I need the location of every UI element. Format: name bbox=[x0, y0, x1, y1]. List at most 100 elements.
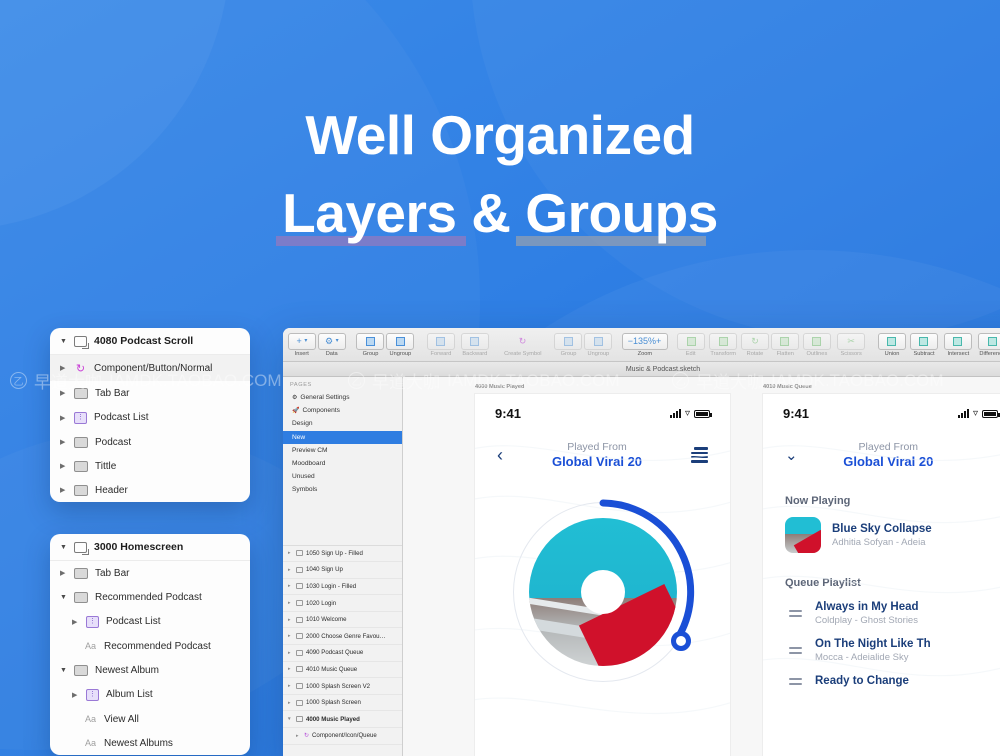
layer-row[interactable]: ▸ 1010 Welcome bbox=[283, 612, 402, 629]
triangle-down-icon[interactable]: ▼ bbox=[60, 544, 67, 551]
zoom-stepper[interactable]: − 135% + bbox=[621, 332, 668, 350]
hero-word-layers: Layers bbox=[282, 182, 457, 244]
triangle-down-icon[interactable]: ▼ bbox=[60, 594, 67, 601]
triangle-right-icon[interactable]: ▸ bbox=[288, 550, 293, 556]
document-title: Music & Podcast.sketch bbox=[625, 365, 701, 373]
layer-panel-podcast-scroll[interactable]: ▼ 4080 Podcast Scroll ▶ ↻ Component/Butt… bbox=[50, 328, 250, 502]
triangle-down-icon[interactable]: ▼ bbox=[60, 667, 67, 674]
triangle-right-icon[interactable]: ▶ bbox=[60, 414, 67, 422]
panel-row[interactable]: ▶ Tab Bar bbox=[50, 381, 250, 405]
panel-header[interactable]: ▼ 3000 Homescreen bbox=[50, 534, 250, 561]
sketch-window: + ▾ Insert ⚙ ▾ Data Group Ungroup Forwar… bbox=[283, 328, 1000, 756]
toolbar-forward-button[interactable]: Forward bbox=[424, 332, 458, 357]
page-item-unused[interactable]: Unused bbox=[283, 470, 402, 483]
layer-row[interactable]: ▸ ↻ Component/Icon/Queue bbox=[283, 728, 402, 745]
layer-row[interactable]: ▸ 2000 Choose Genre Favou… bbox=[283, 628, 402, 646]
toolbar-difference-button[interactable]: Difference bbox=[975, 332, 1000, 357]
artboard-music-queue[interactable]: 9:41 ▿ ⌄ Played From Global Viral 20 Now… bbox=[763, 394, 1000, 756]
triangle-right-icon[interactable]: ▸ bbox=[288, 600, 293, 606]
page-item-symbols[interactable]: Symbols bbox=[283, 483, 402, 496]
panel-row-label: Tittle bbox=[95, 460, 117, 472]
panel-row[interactable]: ▶ Tab Bar bbox=[50, 561, 250, 585]
panel-row[interactable]: ▶ ⋮ Podcast List bbox=[50, 609, 250, 634]
page-item-design[interactable]: Design bbox=[283, 417, 402, 430]
sketch-canvas[interactable]: 4000 Music Played 9:41 ▿ ‹ Played From G… bbox=[403, 377, 1000, 756]
panel-row[interactable]: ▼ Newest Album bbox=[50, 658, 250, 682]
toolbar-subtract-button[interactable]: Subtract bbox=[907, 332, 941, 357]
panel-row[interactable]: Aa Newest Albums bbox=[50, 731, 250, 755]
triangle-right-icon[interactable]: ▶ bbox=[60, 486, 67, 494]
layer-row[interactable]: ▸ 1000 Splash Screen V2 bbox=[283, 678, 402, 695]
panel-row-label: Podcast List bbox=[94, 412, 149, 423]
toolbar-group-button[interactable]: Group bbox=[355, 332, 385, 357]
toolbar-transform-button[interactable]: Transform bbox=[706, 332, 740, 357]
panel-header[interactable]: ▼ 4080 Podcast Scroll bbox=[50, 328, 250, 355]
layer-row[interactable]: ▸ 1040 Sign Up bbox=[283, 562, 402, 579]
zoom-value: 135% bbox=[633, 335, 657, 346]
panel-row[interactable]: ▶ Podcast bbox=[50, 430, 250, 454]
intersect-icon bbox=[943, 332, 972, 350]
toolbar-intersect-button[interactable]: Intersect bbox=[941, 332, 975, 357]
panel-row[interactable]: ▶ ↻ Component/Button/Normal bbox=[50, 355, 250, 381]
artboard-music-played[interactable]: 9:41 ▿ ‹ Played From Global Viral 20 bbox=[475, 394, 730, 756]
layer-row[interactable]: ▾ 4000 Music Played bbox=[283, 711, 402, 729]
layer-row[interactable]: ▸ 1050 Sign Up - Filled bbox=[283, 546, 402, 563]
triangle-right-icon[interactable]: ▸ bbox=[288, 583, 293, 589]
triangle-down-icon[interactable]: ▾ bbox=[288, 716, 293, 722]
triangle-right-icon[interactable]: ▶ bbox=[72, 618, 79, 626]
panel-row[interactable]: ▶ Header bbox=[50, 478, 250, 502]
triangle-right-icon[interactable]: ▸ bbox=[288, 683, 293, 689]
toolbar-flatten-button[interactable]: Flatten bbox=[770, 332, 800, 357]
panel-row[interactable]: ▶ ⋮ Podcast List bbox=[50, 405, 250, 430]
zoom-plus-icon[interactable]: + bbox=[656, 336, 661, 346]
layers-list[interactable]: ▸ 1050 Sign Up - Filled ▸ 1040 Sign Up ▸ 10… bbox=[283, 544, 402, 756]
album-artwork bbox=[528, 518, 677, 666]
toolbar-insert-button[interactable]: + ▾ Insert bbox=[287, 332, 317, 357]
page-item-general-settings[interactable]: ⚙ General Settings bbox=[283, 391, 402, 404]
toolbar-data-label: Data bbox=[325, 350, 338, 357]
panel-row[interactable]: Aa Recommended Podcast bbox=[50, 634, 250, 658]
triangle-right-icon[interactable]: ▶ bbox=[60, 569, 67, 577]
triangle-right-icon[interactable]: ▶ bbox=[60, 389, 67, 397]
toolbar-union-button[interactable]: Union bbox=[877, 332, 907, 357]
panel-row[interactable]: ▶ ⋮ Album List bbox=[50, 682, 250, 707]
toolbar-zoom-control[interactable]: − 135% + Zoom bbox=[621, 332, 668, 357]
page-item-preview-cm[interactable]: Preview CM bbox=[283, 444, 402, 457]
triangle-right-icon[interactable]: ▸ bbox=[288, 700, 293, 706]
toolbar-ungroup-button[interactable]: Ungroup bbox=[385, 332, 415, 357]
triangle-right-icon[interactable]: ▸ bbox=[288, 666, 293, 672]
panel-row[interactable]: Aa View All bbox=[50, 707, 250, 731]
layer-row[interactable]: ▸ 1030 Login - Filled bbox=[283, 579, 402, 596]
layer-panel-homescreen[interactable]: ▼ 3000 Homescreen ▶ Tab Bar ▼ Recommende… bbox=[50, 534, 250, 755]
layer-row[interactable]: ▸ 4010 Music Queue bbox=[283, 662, 402, 679]
toolbar-data-button[interactable]: ⚙ ▾ Data bbox=[317, 332, 347, 357]
toolbar-outlines-button[interactable]: Outlines bbox=[800, 332, 834, 357]
toolbar-scissors-button[interactable]: ✂ Scissors bbox=[834, 332, 868, 357]
toolbar-ungroup2-label: Ungroup bbox=[587, 350, 609, 357]
panel-row[interactable]: ▶ Tittle bbox=[50, 454, 250, 478]
layer-row[interactable]: ▸ 4090 Podcast Queue bbox=[283, 645, 402, 662]
triangle-right-icon[interactable]: ▶ bbox=[60, 462, 67, 470]
layer-row[interactable]: ▸ 1020 Login bbox=[283, 595, 402, 612]
triangle-right-icon[interactable]: ▸ bbox=[288, 633, 293, 639]
page-item-moodboard[interactable]: Moodboard bbox=[283, 457, 402, 470]
triangle-right-icon[interactable]: ▶ bbox=[72, 691, 79, 699]
toolbar-create-symbol-button[interactable]: ↻ Create Symbol bbox=[501, 333, 545, 357]
triangle-down-icon[interactable]: ▼ bbox=[60, 338, 67, 345]
toolbar-backward-button[interactable]: Backward bbox=[458, 332, 492, 357]
toolbar-group2-button[interactable]: Group bbox=[553, 332, 583, 357]
toolbar-ungroup2-button[interactable]: Ungroup bbox=[583, 332, 613, 357]
triangle-right-icon[interactable]: ▸ bbox=[288, 617, 293, 623]
triangle-right-icon[interactable]: ▶ bbox=[60, 438, 67, 446]
triangle-right-icon[interactable]: ▸ bbox=[288, 567, 293, 573]
triangle-right-icon[interactable]: ▶ bbox=[60, 364, 67, 372]
triangle-right-icon[interactable]: ▸ bbox=[288, 650, 293, 656]
layer-row[interactable]: ▸ 1000 Splash Screen bbox=[283, 695, 402, 712]
toolbar-rotate-button[interactable]: ↻ Rotate bbox=[740, 332, 770, 357]
toolbar-edit-button[interactable]: Edit bbox=[676, 332, 706, 357]
page-item-components[interactable]: 🚀 Components bbox=[283, 404, 402, 417]
triangle-right-icon[interactable]: ▸ bbox=[296, 733, 301, 739]
page-item-new[interactable]: New bbox=[283, 430, 402, 444]
panel-row[interactable]: ▼ Recommended Podcast bbox=[50, 585, 250, 609]
group-icon bbox=[356, 332, 385, 350]
